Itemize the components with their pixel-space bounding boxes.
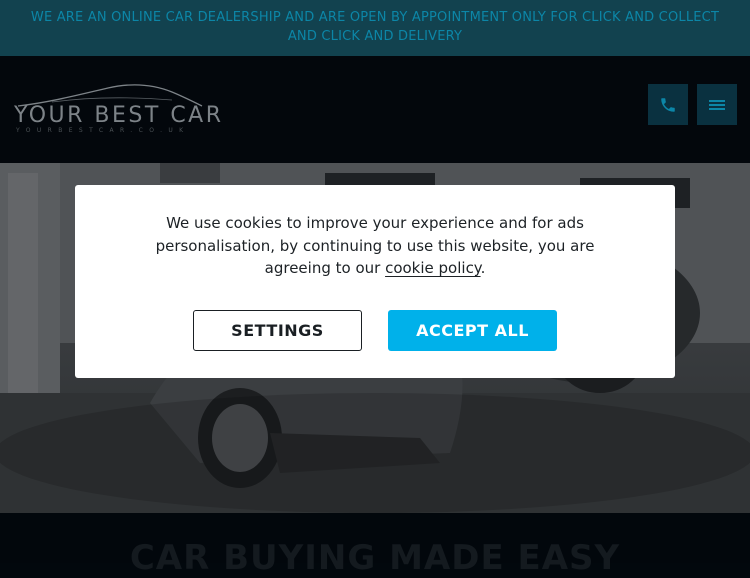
cookie-consent-message: We use cookies to improve your experienc… [135,212,615,280]
logo-wordmark: YOUR BEST CAR [14,103,224,128]
announcement-bar: WE ARE AN ONLINE CAR DEALERSHIP AND ARE … [0,0,750,56]
announcement-line-1: WE ARE AN ONLINE CAR DEALERSHIP AND ARE … [30,10,720,25]
section-heading: CAR BUYING MADE EASY [129,538,621,578]
announcement-line-2: AND CLICK AND DELIVERY [287,29,463,44]
hamburger-menu-icon [709,99,725,110]
cookie-message-text: We use cookies to improve your experienc… [155,214,595,277]
phone-button[interactable] [648,84,688,125]
accept-all-cookies-button[interactable]: ACCEPT ALL [388,310,557,351]
phone-icon [661,97,675,112]
cookie-policy-link[interactable]: cookie policy [385,259,480,277]
cookie-message-period: . [480,259,486,277]
menu-button[interactable] [697,84,737,125]
cookie-consent-dialog: We use cookies to improve your experienc… [75,185,675,378]
site-header: YOUR BEST CAR YOURBESTCAR.CO.UK [0,56,750,163]
site-logo[interactable]: YOUR BEST CAR YOURBESTCAR.CO.UK [12,82,221,136]
logo-url: YOURBESTCAR.CO.UK [16,127,190,134]
cookie-settings-button[interactable]: SETTINGS [193,310,362,351]
